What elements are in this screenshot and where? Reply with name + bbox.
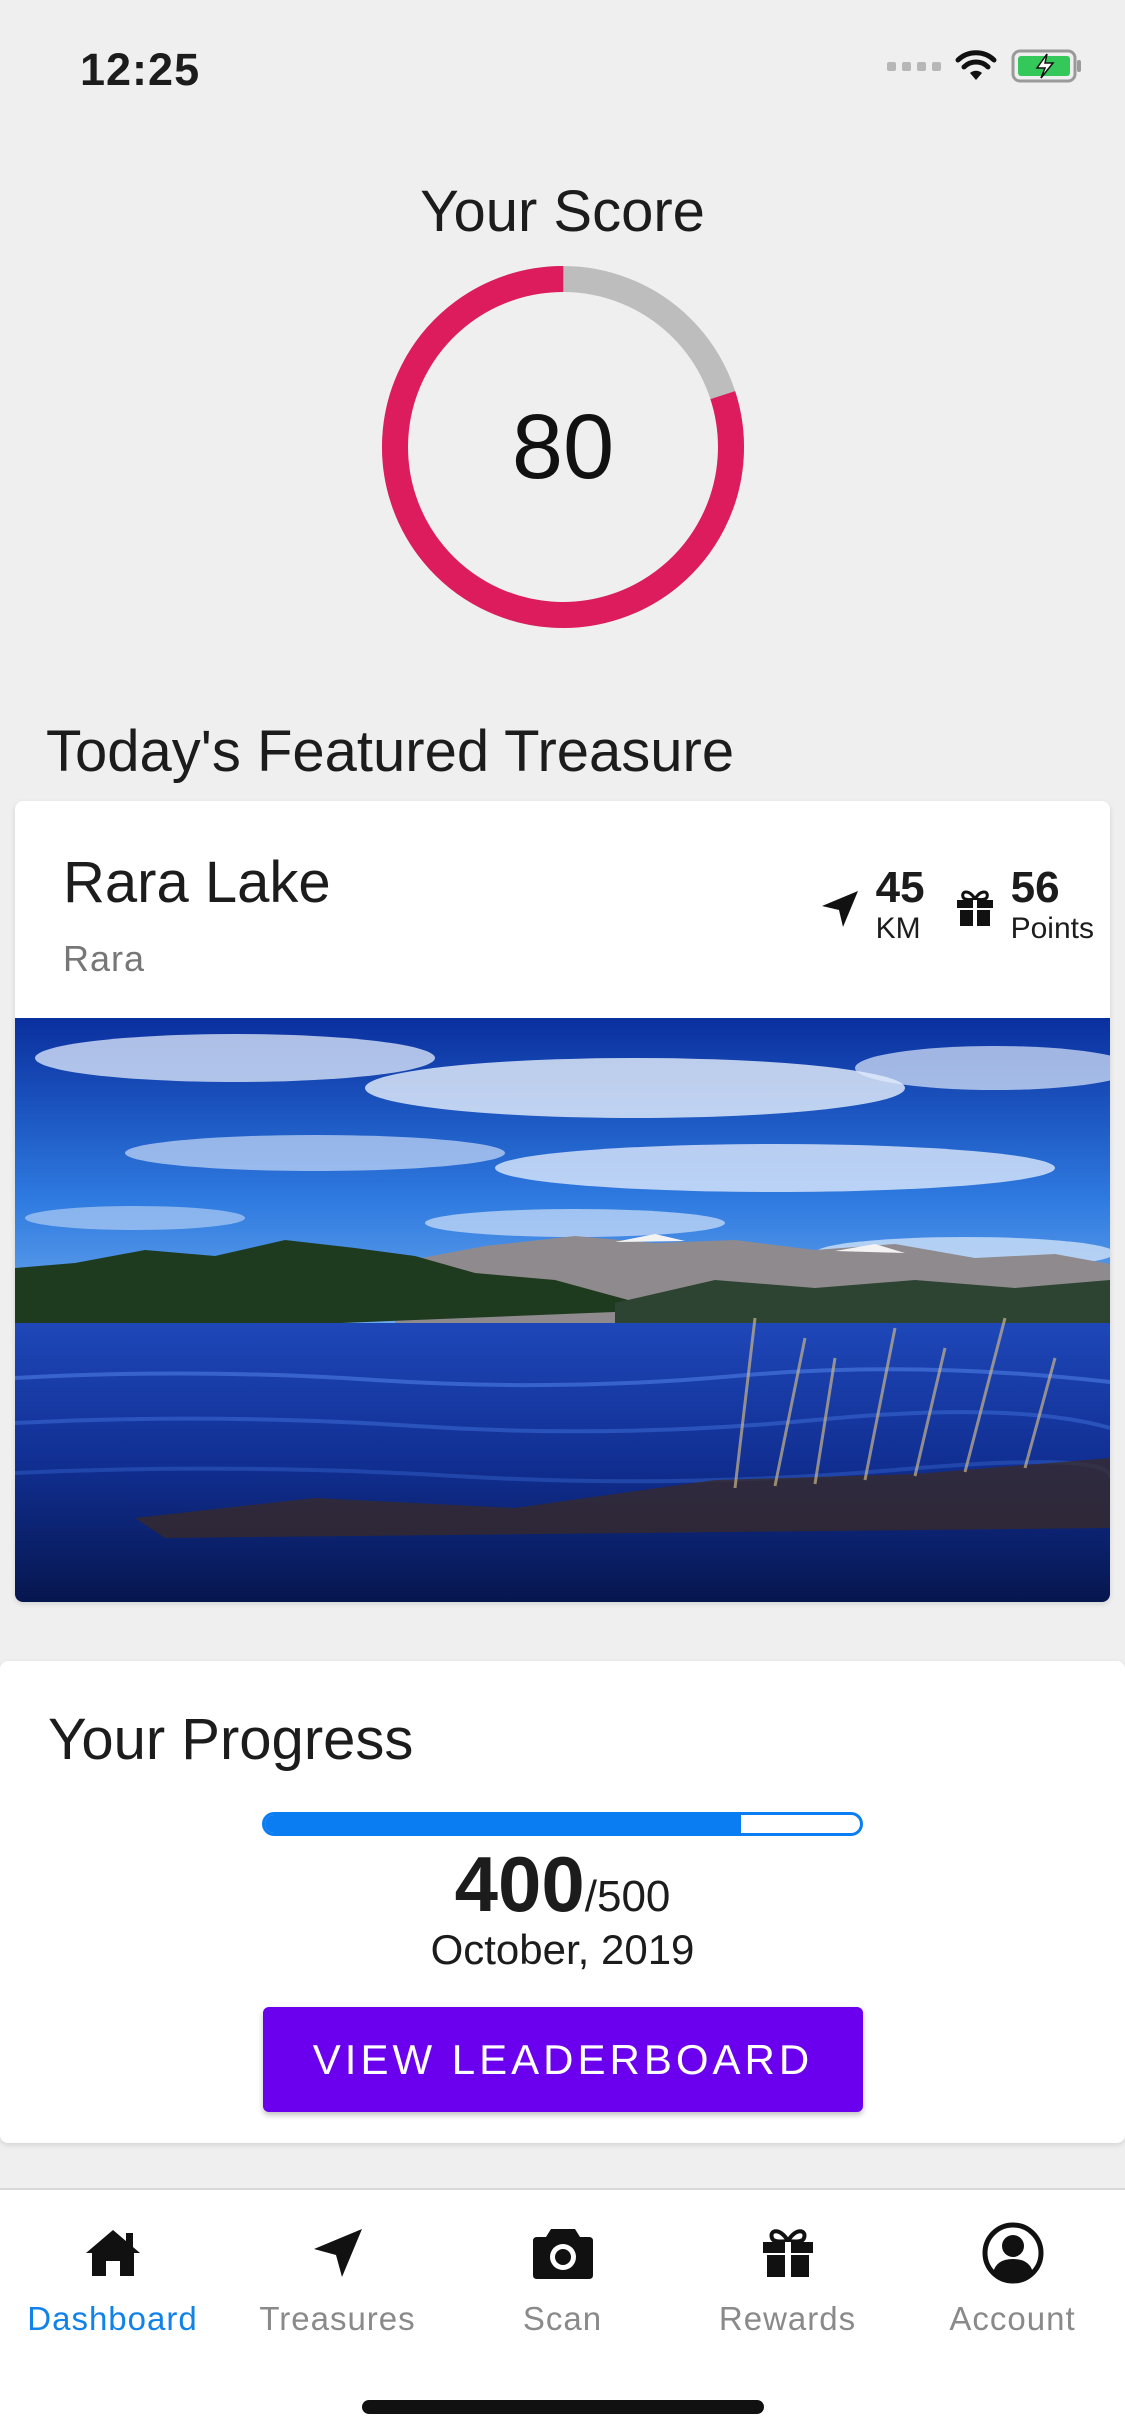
view-leaderboard-button[interactable]: VIEW LEADERBOARD — [263, 2007, 863, 2112]
treasure-region: Rara — [63, 938, 146, 979]
points-value: 56 — [1010, 863, 1060, 912]
tab-treasures[interactable]: Treasures — [225, 2190, 450, 2360]
progress-count: 400/500 — [0, 1839, 1125, 1930]
tab-scan[interactable]: Scan — [450, 2190, 675, 2360]
bottom-tab-bar: Dashboard Treasures Scan Rewards Account — [0, 2188, 1125, 2436]
treasure-stats: 45 KM 56 Points — [820, 865, 1094, 947]
points-stat: 56 Points — [955, 865, 1094, 947]
progress-title: Your Progress — [48, 1707, 414, 1772]
status-bar: 12:25 — [0, 0, 1125, 132]
featured-section-title: Today's Featured Treasure — [46, 719, 735, 784]
progress-card: Your Progress 400/500 October, 2019 VIEW… — [0, 1661, 1125, 2143]
cellular-signal-icon — [887, 61, 941, 71]
tab-label: Account — [949, 2300, 1076, 2337]
points-unit: Points — [1010, 912, 1094, 945]
score-value: 80 — [511, 395, 615, 498]
gift-icon — [956, 890, 993, 926]
wifi-icon — [955, 50, 997, 80]
distance-stat: 45 KM — [820, 865, 925, 947]
tab-label: Dashboard — [27, 2300, 198, 2337]
distance-value: 45 — [875, 863, 925, 912]
tab-label: Scan — [522, 2300, 603, 2337]
camera-icon — [532, 2229, 593, 2279]
progress-period: October, 2019 — [430, 1926, 695, 1973]
progress-current: 400 — [454, 1840, 585, 1928]
progress-bar-fill — [265, 1815, 741, 1833]
distance-unit: KM — [875, 912, 921, 945]
score-title: Your Score — [420, 179, 705, 244]
tab-rewards[interactable]: Rewards — [675, 2190, 900, 2360]
treasure-photo — [15, 1018, 1110, 1602]
home-icon — [85, 2230, 140, 2276]
account-circle-icon — [982, 2222, 1043, 2284]
status-time: 12:25 — [80, 44, 201, 95]
progress-bar — [262, 1812, 863, 1836]
home-indicator — [362, 2400, 764, 2414]
status-icons — [887, 46, 1083, 86]
battery-charging-icon — [1011, 49, 1081, 83]
tab-account[interactable]: Account — [900, 2190, 1125, 2360]
tab-label: Treasures — [259, 2300, 416, 2337]
tab-label: Rewards — [718, 2300, 857, 2337]
navigation-arrow-icon — [313, 2229, 362, 2277]
gift-icon — [762, 2229, 813, 2277]
treasure-name: Rara Lake — [63, 850, 331, 915]
tab-dashboard[interactable]: Dashboard — [0, 2190, 225, 2360]
progress-total: /500 — [584, 1872, 671, 1921]
navigation-arrow-icon — [821, 891, 858, 927]
featured-treasure-card[interactable]: Rara Lake Rara 45 KM 56 Points — [15, 801, 1110, 1602]
